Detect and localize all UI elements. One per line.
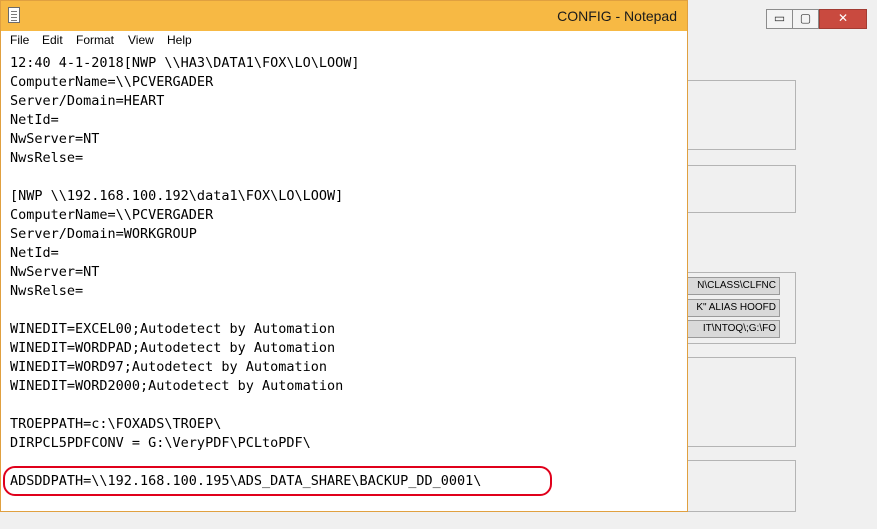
text-line: ComputerName=\\PCVERGADER	[10, 207, 214, 223]
maximize-icon: ▢	[799, 11, 812, 25]
notepad-window: CONFIG - Notepad File Edit Format View H…	[0, 0, 688, 512]
background-window: ▭ ▢ ✕ N\CLASS\CLFNC K" ALIAS HOOFD IT\NT…	[686, 0, 877, 529]
text-line: WINEDIT=EXCEL00;Autodetect by Automation	[10, 321, 336, 337]
text-line: Server/Domain=WORKGROUP	[10, 226, 197, 242]
text-line: WINEDIT=WORDPAD;Autodetect by Automation	[10, 340, 336, 356]
background-panel	[686, 80, 796, 150]
text-line: NetId=	[10, 245, 59, 261]
close-icon: ✕	[837, 11, 849, 25]
maximize-button[interactable]: ▢	[792, 9, 819, 29]
text-line: NwsRelse=	[10, 283, 84, 299]
text-line: NwServer=NT	[10, 131, 100, 147]
menu-edit[interactable]: Edit	[42, 33, 63, 47]
text-editor[interactable]: 12:40 4-1-2018[NWP \\HA3\DATA1\FOX\LO\LO…	[1, 51, 687, 511]
text-line: NwServer=NT	[10, 264, 100, 280]
close-button[interactable]: ✕	[819, 9, 867, 29]
text-line: 12:40 4-1-2018[NWP \\HA3\DATA1\FOX\LO\LO…	[10, 55, 360, 71]
text-line: NwsRelse=	[10, 150, 84, 166]
notepad-titlebar[interactable]: CONFIG - Notepad	[1, 1, 687, 31]
highlight-annotation	[3, 466, 552, 496]
menu-help[interactable]: Help	[167, 33, 192, 47]
text-line: [NWP \\192.168.100.192\data1\FOX\LO\LOOW…	[10, 188, 344, 204]
menu-file[interactable]: File	[10, 33, 29, 47]
window-title: CONFIG - Notepad	[557, 8, 677, 24]
text-line: TROEPPATH=c:\FOXADS\TROEP\	[10, 416, 222, 432]
text-line: WINEDIT=WORD97;Autodetect by Automation	[10, 359, 327, 375]
background-panel	[686, 357, 796, 447]
background-path-label: N\CLASS\CLFNC	[686, 277, 780, 295]
background-window-titlebar: ▭ ▢ ✕	[686, 0, 877, 30]
menu-bar: File Edit Format View Help	[1, 31, 687, 51]
text-line: WINEDIT=WORD2000;Autodetect by Automatio…	[10, 378, 344, 394]
text-line: NetId=	[10, 112, 59, 128]
menu-format[interactable]: Format	[76, 33, 114, 47]
background-path-label: IT\NTOQ\;G:\FO	[686, 320, 780, 338]
background-panel	[686, 460, 796, 512]
background-panel	[686, 165, 796, 213]
background-path-label: K" ALIAS HOOFD	[686, 299, 780, 317]
minimize-button[interactable]: ▭	[766, 9, 793, 29]
menu-view[interactable]: View	[128, 33, 154, 47]
text-line: ComputerName=\\PCVERGADER	[10, 74, 214, 90]
text-line: Server/Domain=HEART	[10, 93, 165, 109]
text-line: DIRPCL5PDFCONV = G:\VeryPDF\PCLtoPDF\	[10, 435, 311, 451]
minimize-icon: ▭	[773, 11, 786, 25]
